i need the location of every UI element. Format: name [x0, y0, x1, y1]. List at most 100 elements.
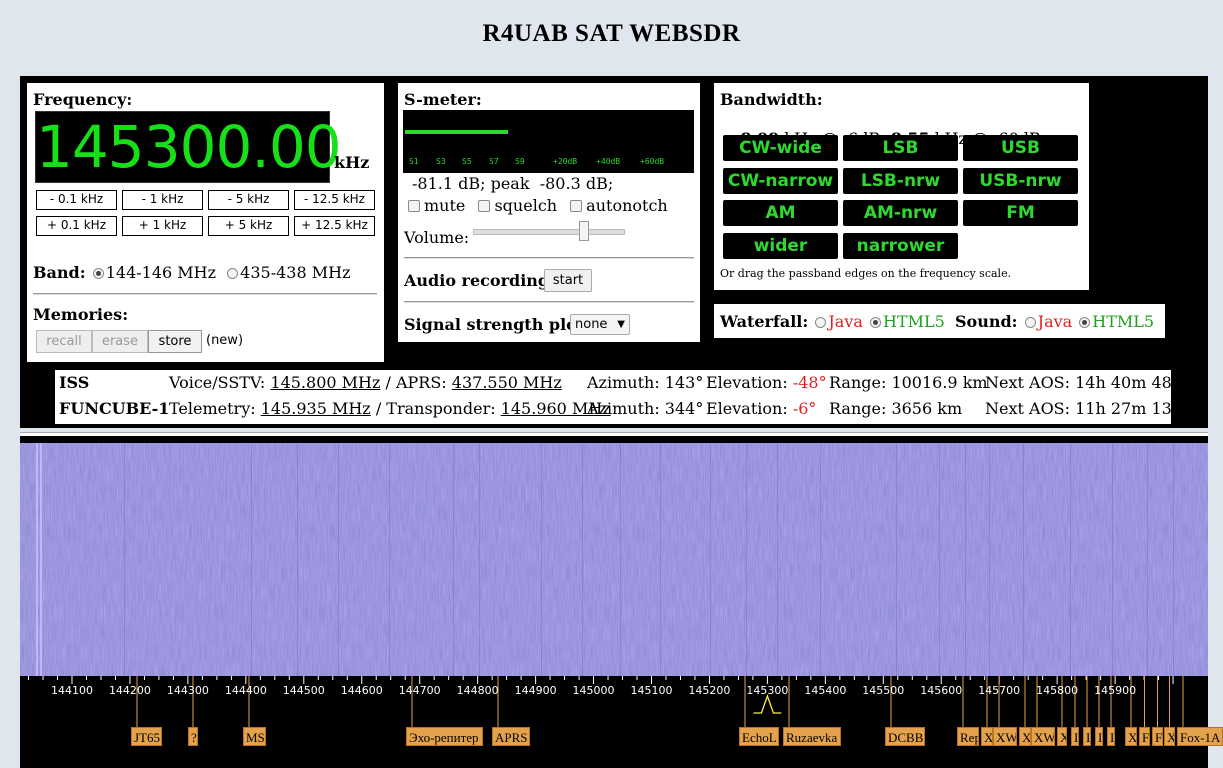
sat-frequency-link[interactable]: 145.800 MHz	[270, 373, 380, 392]
spectrum-label[interactable]: JT65	[131, 727, 162, 746]
mode-lsb-button[interactable]: LSB	[843, 135, 958, 161]
squelch-checkbox[interactable]	[478, 200, 491, 212]
frequency-label: Frequency:	[33, 90, 133, 109]
mute-checkbox[interactable]	[408, 200, 420, 212]
sound-label: Sound:	[954, 312, 1018, 331]
narrower-button[interactable]: narrower	[843, 233, 958, 259]
step-plus-0.1-button[interactable]: + 0.1 kHz	[36, 216, 117, 236]
mode-cw-wide-button[interactable]: CW-wide	[723, 135, 838, 161]
autonotch-label: autonotch	[586, 196, 668, 215]
waterfall-display[interactable]	[20, 443, 1208, 676]
spectrum-label[interactable]: Fox-1A	[1177, 727, 1223, 746]
smeter-label: S-meter:	[404, 90, 482, 109]
spectrum-label[interactable]: Ruzaevka	[783, 727, 841, 746]
scale-tick-label: 144600	[340, 684, 383, 697]
spectrum-label[interactable]: I	[1107, 727, 1115, 746]
spectrum-label[interactable]: I	[1071, 727, 1079, 746]
band-radio-144[interactable]	[92, 268, 104, 279]
band-row: Band: 144-146 MHz 435-438 MHz	[33, 263, 351, 282]
spectrum-label[interactable]: F	[1139, 727, 1150, 746]
step-plus-5-button[interactable]: + 5 kHz	[208, 216, 289, 236]
spectrum-label[interactable]: ?	[188, 727, 198, 746]
scale-tick-label: 145400	[804, 684, 847, 697]
volume-label: Volume:	[404, 228, 470, 247]
sat-frequency-link[interactable]: 437.550 MHz	[452, 373, 562, 392]
record-start-button[interactable]: start	[544, 269, 592, 292]
step-plus-1-button[interactable]: + 1 kHz	[122, 216, 203, 236]
store-button[interactable]: store	[148, 330, 202, 353]
smeter-level-bar	[405, 130, 508, 134]
spectrum-label[interactable]: X	[1164, 727, 1175, 746]
mode-am-button[interactable]: AM	[723, 200, 838, 226]
sat-next-aos: Next AOS: 14h 40m 48s	[985, 373, 1181, 392]
smeter-scale-tick: S1	[409, 157, 419, 166]
waterfall-trace	[124, 443, 125, 676]
spectrum-label[interactable]: MS	[243, 727, 266, 746]
waterfall-trace	[251, 443, 252, 676]
step-minus-0.1-button[interactable]: - 0.1 kHz	[36, 190, 117, 210]
mode-cw-narrow-button[interactable]: CW-narrow	[723, 168, 838, 194]
waterfall-trace	[710, 443, 711, 676]
divider	[33, 293, 377, 295]
spectrum-label[interactable]: X	[981, 727, 993, 746]
mode-am-nrw-button[interactable]: AM-nrw	[843, 200, 958, 226]
spectrum-label[interactable]: Rep	[957, 727, 979, 746]
mode-usb-nrw-button[interactable]: USB-nrw	[963, 168, 1078, 194]
erase-button[interactable]: erase	[92, 330, 148, 353]
spectrum-label[interactable]: EchoL	[739, 727, 779, 746]
volume-slider-track[interactable]	[473, 229, 625, 235]
display-options-row: Waterfall: Java HTML5 Sound: Java HTML5	[720, 312, 1154, 331]
spectrum-label[interactable]: DCBB	[885, 727, 925, 746]
sat-service-sep: / APRS:	[380, 373, 452, 392]
wider-button[interactable]: wider	[723, 233, 838, 259]
sat-name: FUNCUBE-1	[59, 399, 170, 418]
sound-java-radio[interactable]	[1024, 317, 1036, 328]
spectrum-label[interactable]: Эхо-репитер	[406, 727, 483, 746]
scale-tick-label: 144100	[51, 684, 93, 697]
autonotch-checkbox[interactable]	[570, 200, 583, 212]
smeter-display: S1 S3 S5 S7 S9 +20dB +40dB +60dB	[403, 110, 694, 173]
waterfall-noise	[20, 443, 1208, 676]
step-minus-5-button[interactable]: - 5 kHz	[208, 190, 289, 210]
scale-tick-label: 145100	[630, 684, 673, 697]
divider	[404, 301, 694, 303]
waterfall-html5-radio[interactable]	[869, 317, 881, 328]
sat-frequency-link[interactable]: 145.935 MHz	[261, 399, 371, 418]
volume-slider-thumb[interactable]	[579, 221, 589, 241]
spectrum-label[interactable]: I	[1095, 727, 1103, 746]
waterfall-trace	[820, 443, 821, 676]
mode-usb-button[interactable]: USB	[963, 135, 1078, 161]
sound-java-label: Java	[1037, 312, 1073, 331]
audio-options: mute squelch autonotch	[408, 196, 668, 215]
waterfall-trace	[541, 443, 542, 676]
spectrum-label[interactable]: XW	[993, 727, 1017, 746]
waterfall-trace	[1112, 443, 1113, 676]
mode-lsb-nrw-button[interactable]: LSB-nrw	[843, 168, 958, 194]
band-radio-435[interactable]	[227, 268, 239, 279]
passband-marker[interactable]	[753, 694, 782, 714]
step-minus-1-button[interactable]: - 1 kHz	[122, 190, 203, 210]
sat-range: Range: 10016.9 km	[829, 373, 988, 392]
frequency-display[interactable]: 145300.00	[35, 111, 342, 183]
scale-tick-label: 145500	[862, 684, 905, 697]
spectrum-label[interactable]: X	[1019, 727, 1031, 746]
spectrum-label[interactable]: I	[1083, 727, 1091, 746]
mode-fm-button[interactable]: FM	[963, 200, 1078, 226]
step-plus-12.5-button[interactable]: + 12.5 kHz	[294, 216, 375, 236]
scale-tick-label: 145000	[572, 684, 615, 697]
spectrum-label[interactable]: X	[1125, 727, 1137, 746]
signal-plot-select[interactable]: none ▼	[570, 314, 630, 335]
step-minus-12.5-button[interactable]: - 12.5 kHz	[294, 190, 375, 210]
spectrum-label[interactable]: APRS	[492, 727, 530, 746]
spectrum-label[interactable]: X	[1057, 727, 1067, 746]
spectrum-label[interactable]: XW	[1031, 727, 1055, 746]
sound-html5-radio[interactable]	[1079, 317, 1091, 328]
sound-html5-label: HTML5	[1092, 312, 1155, 331]
signal-plot-value: none	[575, 317, 608, 332]
waterfall-trace	[1173, 443, 1174, 676]
recall-button[interactable]: recall	[36, 330, 92, 353]
waterfall-trace	[965, 443, 966, 676]
chevron-down-icon: ▼	[617, 319, 625, 330]
spectrum-label[interactable]: F	[1152, 727, 1163, 746]
waterfall-java-radio[interactable]	[815, 317, 827, 328]
